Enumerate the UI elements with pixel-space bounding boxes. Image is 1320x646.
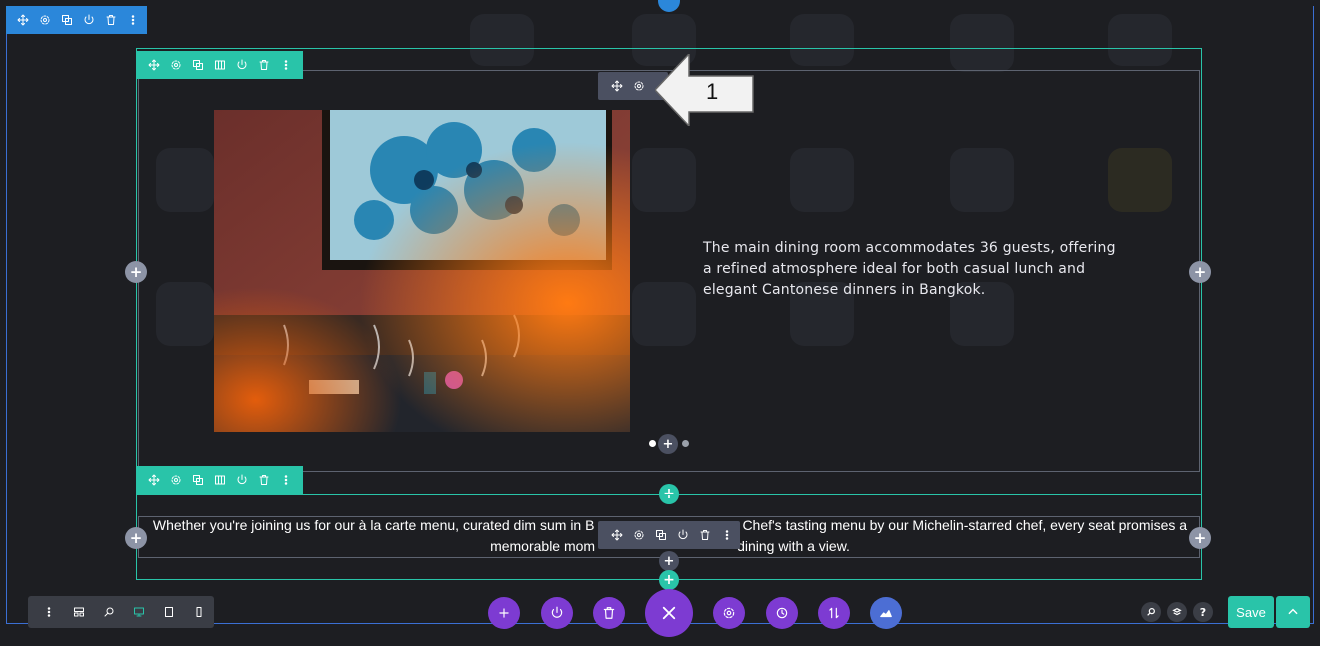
dining-room-photo [214, 110, 630, 432]
gear-icon[interactable] [165, 469, 187, 491]
power-icon[interactable] [78, 9, 100, 31]
help-icon[interactable]: ? [1193, 602, 1213, 622]
power-icon[interactable] [231, 469, 253, 491]
trash-icon[interactable] [253, 469, 275, 491]
slider-dot-active[interactable] [649, 440, 656, 447]
more-icon[interactable] [122, 9, 144, 31]
move-icon[interactable] [606, 524, 628, 546]
row-toolbar [137, 51, 303, 79]
gear-icon[interactable] [34, 9, 56, 31]
intro-text-line2-left: memorable mom [490, 538, 596, 554]
save-button[interactable]: Save [1228, 596, 1274, 628]
move-icon[interactable] [143, 469, 165, 491]
slider-dot[interactable] [682, 440, 689, 447]
gear-icon[interactable] [628, 75, 650, 97]
history-button[interactable] [766, 597, 798, 629]
add-column-right-button[interactable]: + [1189, 527, 1211, 549]
duplicate-icon[interactable] [56, 9, 78, 31]
duplicate-icon[interactable] [187, 469, 209, 491]
columns-icon[interactable] [209, 469, 231, 491]
add-column-right-button[interactable]: + [1189, 261, 1211, 283]
power-icon[interactable] [672, 524, 694, 546]
trash-icon[interactable] [694, 524, 716, 546]
move-icon[interactable] [12, 9, 34, 31]
zoom-icon[interactable] [94, 601, 124, 623]
page-settings-button[interactable] [713, 597, 745, 629]
clear-layout-button[interactable] [593, 597, 625, 629]
module-toolbar [598, 521, 740, 549]
expand-button[interactable] [1276, 596, 1310, 628]
add-column-left-button[interactable]: + [125, 527, 147, 549]
tablet-icon[interactable] [154, 601, 184, 623]
add-module-button[interactable]: + [659, 551, 679, 571]
intro-text-line1-right: Chef's tasting menu by our Michelin-star… [742, 517, 1188, 533]
row-toolbar [137, 466, 303, 494]
wireframe-icon[interactable] [64, 601, 94, 623]
close-button[interactable] [645, 589, 693, 637]
trash-icon[interactable] [253, 54, 275, 76]
duplicate-icon[interactable] [650, 524, 672, 546]
phone-icon[interactable] [184, 601, 214, 623]
move-icon[interactable] [606, 75, 628, 97]
power-icon[interactable] [231, 54, 253, 76]
gear-icon[interactable] [628, 524, 650, 546]
section-toolbar [6, 6, 147, 34]
add-module-button[interactable]: + [658, 434, 678, 454]
zoom-icon[interactable] [1141, 602, 1161, 622]
annotation-number: 1 [706, 79, 719, 104]
intro-text-line2-right: dining with a view. [737, 538, 850, 554]
gear-icon[interactable] [165, 54, 187, 76]
columns-icon[interactable] [209, 54, 231, 76]
view-mode-toolbar [28, 596, 214, 628]
desktop-icon[interactable] [124, 601, 154, 623]
portability-button[interactable] [870, 597, 902, 629]
disable-button[interactable] [541, 597, 573, 629]
layers-icon[interactable] [1167, 602, 1187, 622]
add-button[interactable] [488, 597, 520, 629]
description-text[interactable]: The main dining room accommodates 36 gue… [703, 238, 1123, 301]
add-column-left-button[interactable]: + [125, 261, 147, 283]
more-icon[interactable] [275, 54, 297, 76]
add-row-button[interactable]: + [659, 570, 679, 590]
more-icon[interactable] [275, 469, 297, 491]
duplicate-icon[interactable] [187, 54, 209, 76]
intro-text-line1-left: Whether you're joining us for our à la c… [152, 517, 595, 533]
move-icon[interactable] [143, 54, 165, 76]
restaurant-image[interactable] [214, 110, 630, 432]
trash-icon[interactable] [100, 9, 122, 31]
more-icon[interactable] [716, 524, 738, 546]
sort-button[interactable] [818, 597, 850, 629]
annotation-arrow [655, 54, 754, 126]
more-icon[interactable] [34, 601, 64, 623]
